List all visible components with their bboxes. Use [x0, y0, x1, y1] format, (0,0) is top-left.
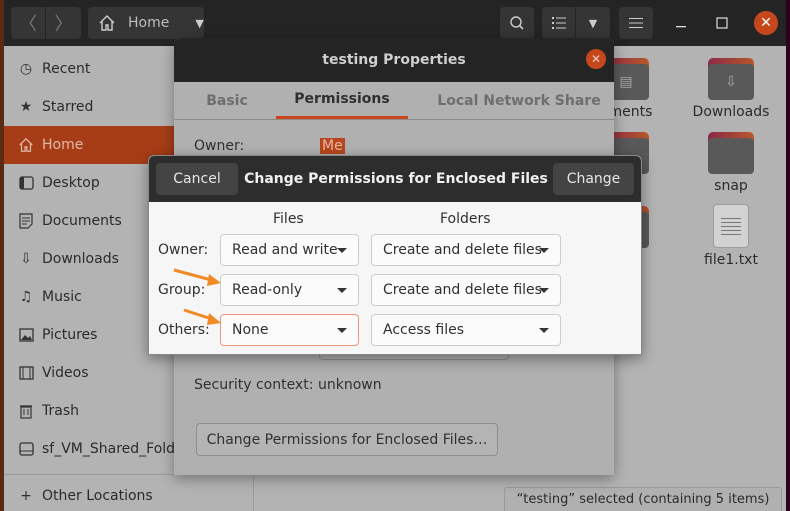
security-context-label: Security context: — [194, 377, 314, 393]
file-item-downloads[interactable]: ⇩ Downloads — [691, 58, 771, 120]
file-label: Downloads — [692, 104, 770, 120]
group-files-dropdown[interactable]: Read-only — [220, 274, 359, 306]
dropdown-value: Create and delete files — [383, 282, 542, 298]
chevron-down-icon — [337, 288, 347, 293]
star-icon: ★ — [19, 99, 33, 115]
security-context-value: unknown — [318, 377, 382, 393]
others-files-dropdown[interactable]: None — [220, 314, 359, 346]
path-label: Home — [128, 15, 170, 31]
change-permissions-dialog: Change Permissions for Enclosed Files Ca… — [148, 155, 642, 355]
path-bar-home[interactable]: Home ▼ — [88, 7, 204, 39]
owner-label: Owner: — [194, 138, 245, 154]
dropdown-value: Create and delete files — [383, 242, 542, 258]
chevron-down-icon — [539, 288, 549, 293]
list-icon — [551, 17, 566, 29]
picture-icon — [17, 326, 35, 344]
sidebar-item-label: Videos — [42, 365, 89, 381]
change-enclosed-files-button[interactable]: Change Permissions for Enclosed Files… — [196, 423, 498, 456]
annotation-arrow-others — [183, 308, 221, 325]
tab-local-network-share[interactable]: Local Network Share — [429, 82, 609, 119]
music-icon: ♫ — [19, 289, 33, 305]
properties-tabs: Basic Permissions Local Network Share — [174, 82, 614, 120]
file-label: snap — [714, 178, 748, 194]
owner-row-label: Owner: — [158, 242, 209, 258]
chevron-down-icon — [337, 328, 347, 333]
drive-icon — [17, 440, 35, 458]
folder-icon — [708, 132, 754, 174]
chevron-down-icon — [337, 248, 347, 253]
chevron-down-icon: ▼ — [195, 16, 204, 30]
annotation-arrow-group — [173, 268, 221, 286]
desktop-icon — [17, 174, 35, 192]
hamburger-icon — [629, 18, 643, 28]
sidebar-item-label: Documents — [42, 213, 122, 229]
properties-close-button[interactable]: ✕ — [586, 49, 606, 69]
status-bar: “testing” selected (containing 5 items) — [504, 487, 782, 511]
tab-basic[interactable]: Basic — [192, 82, 262, 119]
sidebar-item-other-locations[interactable]: + Other Locations — [4, 477, 254, 511]
chevron-right-icon: 〉 — [54, 14, 73, 35]
maximize-icon — [716, 17, 728, 29]
sidebar-item-label: Music — [42, 289, 82, 305]
sidebar-item-label: Other Locations — [42, 488, 153, 504]
home-icon — [99, 15, 115, 31]
sidebar-item-label: Downloads — [42, 251, 119, 267]
close-icon: ✕ — [760, 15, 772, 31]
owner-files-dropdown[interactable]: Read and write — [220, 234, 359, 266]
folder-icon: ⇩ — [708, 58, 754, 100]
chevron-left-icon: 〈 — [19, 14, 37, 35]
sidebar-item-label: Trash — [42, 403, 79, 419]
back-button[interactable]: 〈 — [11, 7, 46, 39]
maximize-button[interactable] — [710, 11, 734, 35]
trash-icon — [17, 402, 35, 420]
others-folders-dropdown[interactable]: Access files — [371, 314, 561, 346]
menu-button[interactable] — [619, 7, 653, 39]
file-label: file1.txt — [704, 252, 758, 268]
group-folders-dropdown[interactable]: Create and delete files — [371, 274, 561, 306]
change-button[interactable]: Change — [553, 163, 634, 195]
folders-column-header: Folders — [440, 211, 491, 227]
cancel-button[interactable]: Cancel — [156, 163, 238, 195]
minimize-button[interactable] — [669, 11, 693, 35]
search-button[interactable] — [500, 7, 534, 39]
properties-title: testing Properties — [174, 38, 614, 82]
view-options-button[interactable]: ▼ — [576, 7, 610, 39]
dropdown-value: Read and write — [232, 242, 338, 258]
document-icon — [17, 212, 35, 230]
chevron-down-icon: ▼ — [588, 16, 598, 30]
dialog-header: Change Permissions for Enclosed Files Ca… — [149, 156, 641, 202]
file-item-snap[interactable]: snap — [691, 132, 771, 194]
forward-button[interactable]: 〉 — [46, 7, 81, 39]
dropdown-value: Access files — [383, 322, 464, 338]
owner-folders-dropdown[interactable]: Create and delete files — [371, 234, 561, 266]
sidebar-item-label: Pictures — [42, 327, 98, 343]
sidebar-item-label: sf_VM_Shared_Fold — [42, 441, 176, 457]
sidebar-item-label: Home — [42, 137, 84, 153]
sidebar-item-label: Starred — [42, 99, 94, 115]
files-column-header: Files — [273, 211, 304, 227]
chevron-down-icon — [539, 328, 549, 333]
close-button[interactable]: ✕ — [754, 11, 778, 35]
view-buttons: ▼ — [542, 7, 610, 39]
navigation-buttons: 〈 〉 — [11, 7, 81, 39]
clock-icon: ◷ — [19, 61, 33, 77]
sidebar-item-label: Desktop — [42, 175, 100, 191]
text-file-icon — [713, 204, 749, 248]
search-icon — [510, 16, 524, 30]
dropdown-value: None — [232, 322, 269, 338]
owner-value: Me — [320, 138, 345, 154]
home-icon — [17, 136, 35, 154]
desktop-edge-right — [786, 0, 790, 511]
video-icon — [17, 364, 35, 382]
plus-icon: + — [20, 488, 32, 504]
chevron-down-icon — [539, 248, 549, 253]
list-view-button[interactable] — [542, 7, 576, 39]
tab-permissions[interactable]: Permissions — [276, 82, 408, 119]
download-icon: ⇩ — [20, 251, 32, 267]
file-item-file1[interactable]: file1.txt — [691, 204, 771, 268]
close-icon: ✕ — [590, 52, 602, 66]
dropdown-value: Read-only — [232, 282, 303, 298]
minimize-icon — [676, 26, 686, 28]
sidebar-item-label: Recent — [42, 61, 91, 77]
